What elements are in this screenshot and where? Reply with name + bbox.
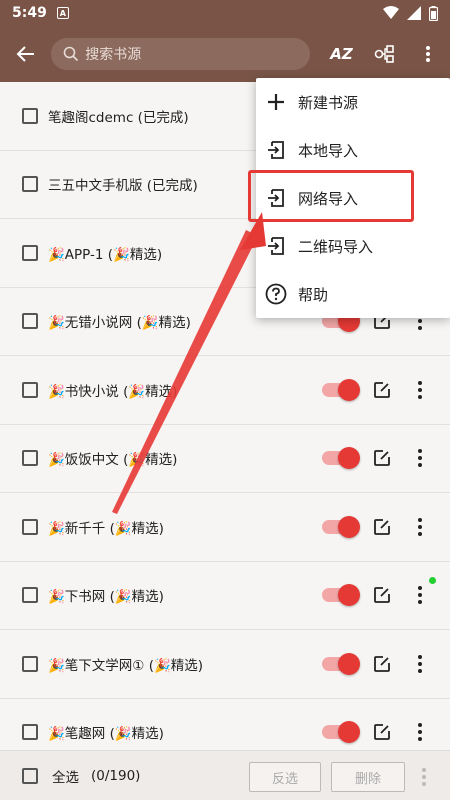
edit-icon[interactable] — [373, 586, 391, 604]
edit-icon[interactable] — [373, 518, 391, 536]
row-label: 🎉书快小说 (🎉精选) — [48, 383, 178, 400]
list-item[interactable]: 🎉新千千 (🎉精选) — [0, 493, 450, 562]
selection-count: (0/190) — [91, 767, 141, 784]
group-icon — [374, 45, 394, 63]
toolbar: 搜索书源 AZ — [0, 26, 450, 82]
annotation-highlight-box — [248, 170, 414, 222]
list-item[interactable]: 🎉饭饭中文 (🎉精选) — [0, 424, 450, 493]
status-bar: 5:49 A — [0, 0, 450, 26]
enable-toggle[interactable] — [322, 584, 360, 607]
overflow-menu-button[interactable] — [407, 26, 450, 82]
status-dot — [429, 576, 436, 584]
more-vert-icon — [426, 46, 431, 62]
row-checkbox[interactable] — [22, 724, 38, 741]
enable-toggle[interactable] — [322, 515, 360, 538]
back-arrow-icon — [16, 46, 34, 62]
row-label: 🎉APP-1 (🎉精选) — [48, 246, 163, 263]
menu-label: 本地导入 — [298, 141, 359, 160]
menu-item-help[interactable]: 帮助 — [256, 270, 450, 318]
menu-label: 二维码导入 — [298, 237, 374, 256]
list-item[interactable]: 🎉笔趣网 (🎉精选) — [0, 698, 450, 750]
menu-label: 新建书源 — [298, 93, 359, 112]
row-label: 🎉无错小说网 (🎉精选) — [48, 315, 191, 332]
status-icons — [383, 5, 438, 21]
list-item[interactable]: 🎉书快小说 (🎉精选) — [0, 356, 450, 425]
search-placeholder: 搜索书源 — [85, 47, 142, 63]
group-button[interactable] — [363, 26, 406, 82]
row-label: 🎉下书网 (🎉精选) — [48, 589, 164, 606]
list-item[interactable]: 🎉下书网 (🎉精选) — [0, 561, 450, 630]
row-checkbox[interactable] — [22, 107, 38, 124]
edit-icon[interactable] — [373, 655, 391, 673]
search-icon — [63, 46, 79, 62]
enable-toggle[interactable] — [322, 721, 360, 744]
row-label: 三五中文手机版 (已完成) — [48, 178, 198, 195]
menu-item-qrcode-import[interactable]: 二维码导入 — [256, 222, 450, 270]
edit-icon[interactable] — [373, 449, 391, 467]
row-more-icon[interactable] — [413, 586, 427, 605]
row-checkbox[interactable] — [22, 381, 38, 398]
bottom-action-bar: 全选 (0/190) 反选 删除 — [0, 750, 450, 800]
menu-item-new-source[interactable]: 新建书源 — [256, 78, 450, 126]
row-more-icon[interactable] — [413, 380, 427, 399]
sort-az-icon: AZ — [330, 45, 353, 63]
row-checkbox[interactable] — [22, 313, 38, 330]
row-more-icon[interactable] — [413, 517, 427, 536]
enable-toggle[interactable] — [322, 447, 360, 470]
bottom-more-icon[interactable] — [422, 768, 426, 786]
import-icon — [268, 141, 284, 159]
status-time: 5:49 — [12, 5, 47, 21]
signal-icon — [407, 6, 421, 20]
battery-icon — [429, 5, 438, 21]
notification-icon: A — [56, 7, 69, 19]
invert-selection-button[interactable]: 反选 — [249, 762, 321, 792]
row-checkbox[interactable] — [22, 450, 38, 467]
row-more-icon[interactable] — [413, 654, 427, 673]
row-checkbox[interactable] — [22, 655, 38, 672]
select-all-checkbox[interactable] — [22, 767, 38, 784]
delete-button[interactable]: 删除 — [331, 762, 405, 792]
row-checkbox[interactable] — [22, 244, 38, 261]
row-checkbox[interactable] — [22, 176, 38, 193]
row-label: 🎉新千千 (🎉精选) — [48, 520, 164, 537]
enable-toggle[interactable] — [322, 652, 360, 675]
row-label: 笔趣阁cdemc (已完成) — [48, 109, 189, 126]
row-checkbox[interactable] — [22, 587, 38, 604]
edit-icon[interactable] — [373, 381, 391, 399]
enable-toggle[interactable] — [322, 378, 360, 401]
select-all-label[interactable]: 全选 — [52, 766, 79, 786]
back-button[interactable] — [0, 26, 51, 82]
list-item[interactable]: 🎉笔下文学网① (🎉精选) — [0, 630, 450, 699]
row-more-icon[interactable] — [413, 723, 427, 742]
menu-label: 帮助 — [298, 285, 329, 304]
row-label: 🎉饭饭中文 (🎉精选) — [48, 452, 178, 469]
plus-icon — [268, 94, 284, 110]
sort-button[interactable]: AZ — [320, 26, 363, 82]
search-input[interactable]: 搜索书源 — [51, 38, 310, 70]
menu-item-local-import[interactable]: 本地导入 — [256, 126, 450, 174]
wifi-icon — [383, 6, 399, 19]
row-label: 🎉笔下文学网① (🎉精选) — [48, 657, 204, 674]
help-icon — [265, 283, 287, 305]
row-more-icon[interactable] — [413, 449, 427, 468]
import-icon — [268, 237, 284, 255]
edit-icon[interactable] — [373, 723, 391, 741]
row-label: 🎉笔趣网 (🎉精选) — [48, 726, 164, 743]
row-checkbox[interactable] — [22, 518, 38, 535]
